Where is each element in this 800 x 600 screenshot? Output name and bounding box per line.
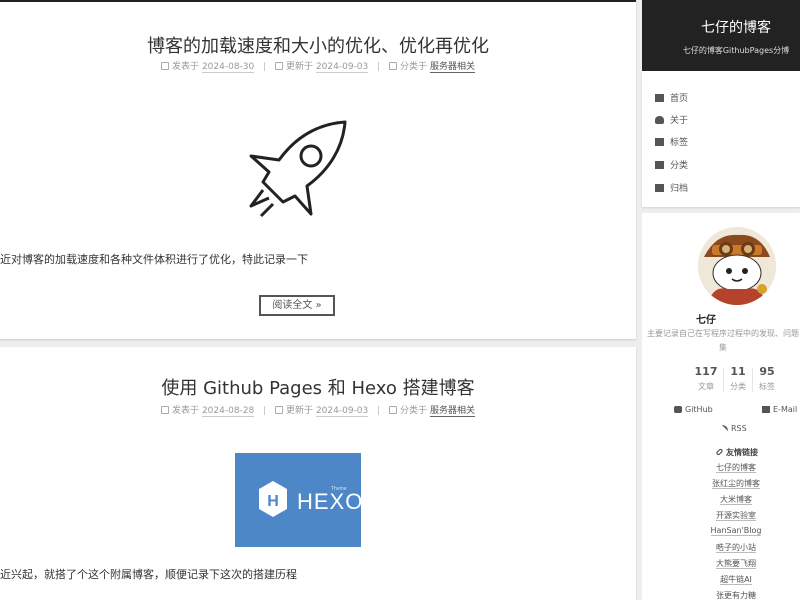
links-title: 友情链接: [715, 447, 758, 458]
home-icon: [655, 94, 664, 102]
hexo-logo-image: H Theme HEXO: [235, 453, 364, 547]
svg-text:H: H: [267, 493, 279, 510]
post-meta: 发表于 2024-08-30 | 更新于 2024-09-03 | 分类于 服务…: [0, 59, 636, 73]
rss-icon: [722, 425, 728, 431]
post-title[interactable]: 使用 Github Pages 和 Hexo 搭建博客: [0, 374, 636, 400]
read-more-button[interactable]: 阅读全文 »: [259, 295, 335, 316]
tags-icon: [655, 138, 664, 146]
calendar-check-icon: [275, 406, 284, 414]
folder-icon: [389, 406, 398, 414]
friend-link[interactable]: 开源实验室: [642, 510, 800, 521]
folder-icon: [389, 62, 398, 70]
site-name[interactable]: 七仔的博客: [642, 17, 800, 37]
friend-link[interactable]: 大米博客: [642, 494, 800, 505]
menu-item-tags[interactable]: 标签: [655, 135, 688, 148]
github-icon: [674, 406, 682, 413]
avatar: [698, 227, 776, 305]
friend-link[interactable]: 晧子的小站: [642, 542, 800, 553]
author-description: 主要记录自己在写程序过程中的发现、问题集: [647, 329, 799, 352]
menu-item-home[interactable]: 首页: [655, 91, 688, 104]
hexo-logo-text: HEXO: [297, 489, 364, 514]
link-icon: [715, 448, 724, 456]
stat-tags[interactable]: 95 标签: [752, 365, 782, 392]
stat-posts[interactable]: 117 文章: [691, 365, 721, 392]
friend-link[interactable]: HanSan'Blog: [642, 526, 800, 536]
calendar-icon: [161, 62, 170, 70]
post-excerpt: 近兴起，就搭了个这个附属博客，顺便记录下这次的搭建历程: [0, 568, 297, 581]
th-icon: [655, 161, 664, 169]
email-link[interactable]: E-Mail: [762, 405, 797, 414]
main-menu: 首页 关于 标签 分类 归档: [642, 71, 800, 207]
friend-link[interactable]: 超牛链AI: [642, 574, 800, 585]
site-subtitle: 七仔的博客GithubPages分博: [682, 46, 790, 55]
menu-item-categories[interactable]: 分类: [655, 158, 688, 171]
updated-date: 2024-09-03: [315, 406, 369, 417]
calendar-icon: [161, 406, 170, 414]
posted-date: 2024-08-30: [201, 62, 255, 73]
post-excerpt: 近对博客的加载速度和各种文件体积进行了优化，特此记录一下: [0, 253, 308, 266]
stat-categories[interactable]: 11 分类: [723, 365, 753, 392]
category-link[interactable]: 服务器相关: [429, 62, 475, 73]
rocket-icon: [249, 120, 347, 218]
site-brand: 七仔的博客 七仔的博客GithubPages分博: [642, 0, 800, 71]
friend-link[interactable]: 张红尘的博客: [642, 478, 800, 489]
calendar-check-icon: [275, 62, 284, 70]
updated-date: 2024-09-03: [315, 62, 369, 73]
author-profile: 七仔 主要记录自己在写程序过程中的发现、问题集 117 文章 11 分类 95 标签 …: [642, 213, 800, 600]
category-link[interactable]: 服务器相关: [429, 406, 475, 417]
friend-link[interactable]: 七仔的博客: [642, 462, 800, 473]
post-card: 使用 Github Pages 和 Hexo 搭建博客 发表于 2024-08-…: [0, 347, 636, 600]
github-link[interactable]: GitHub: [674, 405, 713, 414]
user-icon: [655, 116, 664, 124]
author-name: 七仔: [696, 315, 716, 326]
posted-date: 2024-08-28: [201, 406, 255, 417]
friend-link[interactable]: 张更有力糖: [642, 590, 800, 600]
post-meta: 发表于 2024-08-28 | 更新于 2024-09-03 | 分类于 服务…: [0, 403, 636, 417]
menu-item-archives[interactable]: 归档: [655, 181, 688, 194]
menu-item-about[interactable]: 关于: [655, 113, 688, 126]
envelope-icon: [762, 406, 770, 413]
rss-link[interactable]: RSS: [722, 424, 747, 433]
friend-link[interactable]: 大熊要飞翔: [642, 558, 800, 569]
post-title[interactable]: 博客的加载速度和大小的优化、优化再优化: [0, 32, 636, 58]
post-card: 博客的加载速度和大小的优化、优化再优化 发表于 2024-08-30 | 更新于…: [0, 0, 636, 339]
archive-icon: [655, 184, 664, 192]
